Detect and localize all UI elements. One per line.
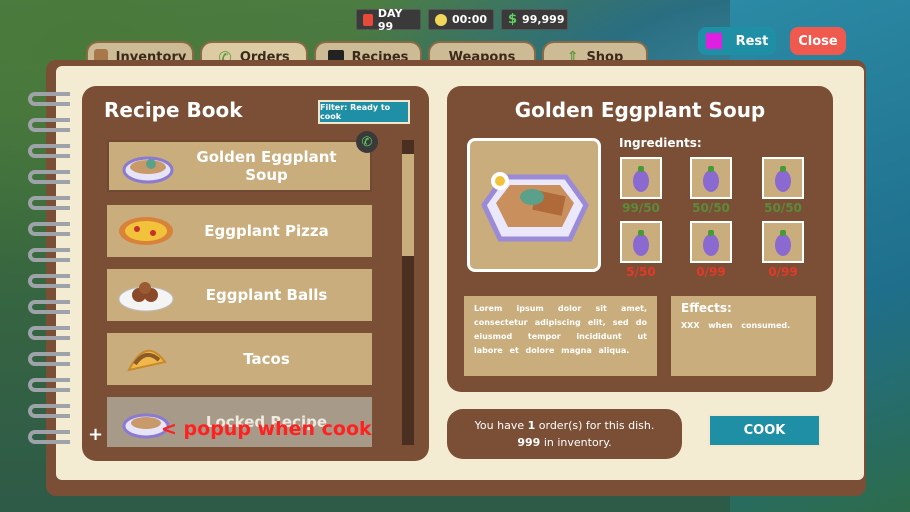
recipe-item-eggplant-balls[interactable]: Eggplant Balls xyxy=(107,269,372,321)
ingredient-slot[interactable] xyxy=(762,157,804,199)
calendar-icon xyxy=(363,13,373,26)
cook-button[interactable]: COOK xyxy=(708,414,821,447)
ring xyxy=(28,118,70,132)
recipe-book-title: Recipe Book xyxy=(104,98,243,122)
ingredient-slot[interactable] xyxy=(620,221,662,263)
ingredient-slot[interactable] xyxy=(762,221,804,263)
dish-description: Lorem ipsum dolor sit amet, consectetur … xyxy=(464,296,657,376)
ingredient-slot[interactable] xyxy=(620,157,662,199)
ingredient-count: 50/50 xyxy=(764,201,802,215)
ring xyxy=(28,222,70,236)
dollar-icon: $ xyxy=(508,12,518,27)
ring xyxy=(28,430,70,444)
ingredient-count: 0/99 xyxy=(768,265,798,279)
ring xyxy=(28,92,70,106)
phone-order-icon: ✆ xyxy=(356,131,378,153)
ring xyxy=(28,300,70,314)
ingredient-slot[interactable] xyxy=(690,221,732,263)
recipe-item-golden-eggplant-soup[interactable]: Golden Eggplant Soup xyxy=(107,140,372,192)
effects-box: Effects: XXX when consumed. xyxy=(671,296,816,376)
money-display: $ 99,999 xyxy=(501,9,568,30)
ring xyxy=(28,326,70,340)
rest-icon xyxy=(705,33,722,49)
recipe-item-eggplant-pizza[interactable]: Eggplant Pizza xyxy=(107,205,372,257)
ring xyxy=(28,248,70,262)
eggplant-icon xyxy=(703,230,719,256)
eggplant-icon xyxy=(775,230,791,256)
ingredient-count: 99/50 xyxy=(622,201,660,215)
effects-text: XXX when consumed. xyxy=(681,321,791,330)
eggplant-icon xyxy=(775,166,791,192)
ingredient-count: 50/50 xyxy=(692,201,730,215)
ring xyxy=(28,170,70,184)
taco-icon xyxy=(117,339,175,379)
scrollbar-thumb[interactable] xyxy=(402,154,414,256)
filter-button[interactable]: Filter: Ready to cook xyxy=(318,100,410,124)
ingredient-slot[interactable] xyxy=(690,157,732,199)
clock-icon xyxy=(435,13,447,26)
close-button[interactable]: Close xyxy=(790,27,846,55)
dish-image xyxy=(467,138,601,272)
soup-bowl-icon xyxy=(119,146,177,186)
clock-display: 00:00 xyxy=(428,9,494,30)
order-count-line: You have 1 order(s) for this dish. xyxy=(474,419,655,432)
ingredients-label: Ingredients: xyxy=(619,136,702,150)
day-counter: DAY 99 xyxy=(356,7,421,33)
order-status-box: You have 1 order(s) for this dish. 999 i… xyxy=(447,409,682,459)
ring xyxy=(28,144,70,158)
popup-annotation: < popup when cook xyxy=(161,418,372,440)
effects-title: Effects: xyxy=(681,301,732,315)
ring xyxy=(28,404,70,418)
pizza-icon xyxy=(117,211,175,251)
ring xyxy=(28,274,70,288)
eggplant-icon xyxy=(633,166,649,192)
ring xyxy=(28,378,70,392)
ring xyxy=(28,352,70,366)
meatballs-icon xyxy=(117,275,175,315)
rest-button[interactable]: Rest xyxy=(698,27,776,55)
inventory-count-line: 999 in inventory. xyxy=(517,436,612,449)
recipe-item-tacos[interactable]: Tacos xyxy=(107,333,372,385)
ingredient-count: 5/50 xyxy=(626,265,656,279)
ring xyxy=(28,196,70,210)
eggplant-icon xyxy=(703,166,719,192)
dish-title: Golden Eggplant Soup xyxy=(514,98,766,122)
eggplant-icon xyxy=(633,230,649,256)
ingredient-count: 0/99 xyxy=(696,265,726,279)
popup-plus-marker: + xyxy=(88,424,104,445)
golden-eggplant-soup-icon xyxy=(481,172,589,242)
